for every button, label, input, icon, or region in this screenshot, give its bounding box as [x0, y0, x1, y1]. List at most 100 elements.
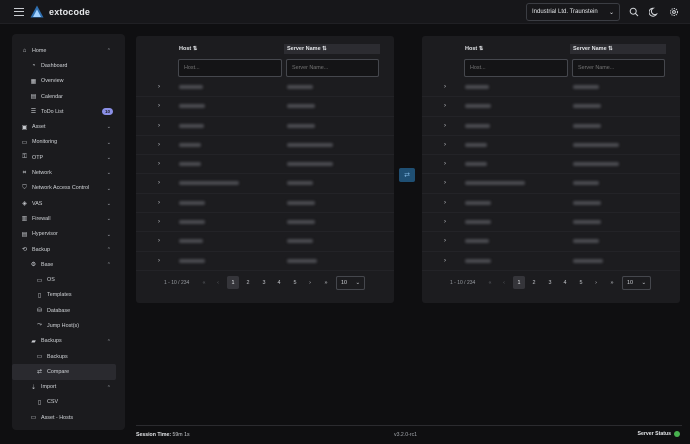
- gear-icon[interactable]: [668, 6, 680, 18]
- sidebar-item-jump-host-s[interactable]: ⤳ Jump Host(s): [12, 318, 125, 333]
- sidebar-item-os[interactable]: ▭ OS: [12, 272, 125, 287]
- expand-row-icon[interactable]: ›: [158, 84, 160, 90]
- page-2-button[interactable]: 2: [528, 276, 540, 289]
- expand-row-icon[interactable]: ›: [158, 180, 160, 186]
- page-3-button[interactable]: 3: [544, 276, 556, 289]
- expand-row-icon[interactable]: ›: [158, 200, 160, 206]
- expand-row-icon[interactable]: ›: [444, 123, 446, 129]
- chevron-down-icon[interactable]: ⌄: [107, 140, 111, 146]
- sidebar-item-database[interactable]: ⛁ Database: [12, 303, 125, 318]
- table-row[interactable]: ›: [422, 97, 680, 117]
- sidebar-item-backups[interactable]: ▭ Backups: [12, 349, 125, 364]
- first-page-button[interactable]: «: [484, 276, 496, 289]
- sidebar-item-templates[interactable]: ▯ Templates: [12, 288, 125, 303]
- chevron-down-icon[interactable]: ⌄: [107, 155, 111, 161]
- expand-row-icon[interactable]: ›: [444, 142, 446, 148]
- chevron-up-icon[interactable]: ⌃: [107, 339, 111, 345]
- expand-row-icon[interactable]: ›: [444, 161, 446, 167]
- sidebar-item-home[interactable]: ⌂ Home ⌃: [12, 43, 125, 58]
- chevron-up-icon[interactable]: ⌃: [107, 48, 111, 54]
- expand-row-icon[interactable]: ›: [444, 103, 446, 109]
- sidebar-item-network[interactable]: ⌗ Network ⌄: [12, 165, 125, 180]
- sidebar-item-dashboard[interactable]: ◔ Dashboard: [12, 58, 125, 73]
- column-header-server-name[interactable]: Server Name ⇅: [570, 44, 666, 54]
- sidebar-item-todo-list[interactable]: ☰ ToDo List 10: [12, 104, 125, 119]
- moon-icon[interactable]: [648, 6, 660, 18]
- next-page-button[interactable]: ›: [304, 276, 316, 289]
- sidebar-item-csv[interactable]: ▯ CSV: [12, 395, 125, 410]
- expand-row-icon[interactable]: ›: [444, 180, 446, 186]
- page-4-button[interactable]: 4: [559, 276, 571, 289]
- prev-page-button[interactable]: ‹: [212, 276, 224, 289]
- sidebar-item-monitoring[interactable]: ▭ Monitoring ⌄: [12, 135, 125, 150]
- chevron-down-icon[interactable]: ⌄: [107, 186, 111, 192]
- expand-row-icon[interactable]: ›: [158, 123, 160, 129]
- table-row[interactable]: ›: [136, 117, 394, 136]
- expand-row-icon[interactable]: ›: [444, 84, 446, 90]
- expand-row-icon[interactable]: ›: [444, 219, 446, 225]
- column-header-host[interactable]: Host ⇅: [176, 44, 282, 54]
- sidebar-item-calendar[interactable]: ▤ Calendar: [12, 89, 125, 104]
- chevron-down-icon[interactable]: ⌄: [107, 216, 111, 222]
- chevron-down-icon[interactable]: ⌄: [107, 201, 111, 207]
- search-icon[interactable]: [628, 6, 640, 18]
- tenant-select[interactable]: Industrial Ltd. Traunstein ⌄: [526, 3, 620, 21]
- swap-icon[interactable]: ⇄: [399, 168, 415, 182]
- table-row[interactable]: ›: [422, 213, 680, 233]
- expand-row-icon[interactable]: ›: [444, 200, 446, 206]
- last-page-button[interactable]: »: [320, 276, 332, 289]
- rows-per-page-select[interactable]: 10 ⌄: [622, 276, 651, 290]
- table-row[interactable]: ›: [136, 97, 394, 117]
- sidebar-item-network-access-control[interactable]: ⛉ Network Access Control ⌄: [12, 181, 125, 196]
- page-3-button[interactable]: 3: [258, 276, 270, 289]
- page-5-button[interactable]: 5: [289, 276, 301, 289]
- sidebar-item-import[interactable]: ⇣ Import ⌃: [12, 380, 125, 395]
- sidebar-item-compare[interactable]: ⇄ Compare: [12, 364, 116, 380]
- table-row[interactable]: ›: [422, 174, 680, 194]
- chevron-down-icon[interactable]: ⌄: [107, 124, 111, 130]
- table-row[interactable]: ›: [136, 232, 394, 252]
- expand-row-icon[interactable]: ›: [444, 258, 446, 264]
- column-header-host[interactable]: Host ⇅: [462, 44, 568, 54]
- expand-row-icon[interactable]: ›: [158, 219, 160, 225]
- page-4-button[interactable]: 4: [273, 276, 285, 289]
- expand-row-icon[interactable]: ›: [158, 238, 160, 244]
- table-row[interactable]: ›: [422, 78, 680, 98]
- expand-row-icon[interactable]: ›: [158, 161, 160, 167]
- table-row[interactable]: ›: [422, 136, 680, 156]
- hamburger-menu-icon[interactable]: [14, 7, 24, 16]
- page-2-button[interactable]: 2: [242, 276, 254, 289]
- sidebar-item-asset-hosts[interactable]: ▭ Asset - Hosts: [12, 410, 125, 425]
- first-page-button[interactable]: «: [198, 276, 210, 289]
- sidebar-item-firewall[interactable]: ▥ Firewall ⌄: [12, 211, 125, 226]
- table-row[interactable]: ›: [136, 78, 394, 98]
- sidebar-item-backups[interactable]: ▰ Backups ⌃: [12, 334, 125, 349]
- table-row[interactable]: ›: [136, 213, 394, 233]
- table-row[interactable]: ›: [136, 174, 394, 194]
- sidebar-item-asset[interactable]: ▣ Asset ⌄: [12, 119, 125, 134]
- server-name-filter-input[interactable]: [286, 59, 379, 77]
- prev-page-button[interactable]: ‹: [498, 276, 510, 289]
- chevron-up-icon[interactable]: ⌃: [107, 262, 111, 268]
- sidebar-item-vas[interactable]: ◈ VAS ⌄: [12, 196, 125, 211]
- column-header-server-name[interactable]: Server Name ⇅: [284, 44, 380, 54]
- host-filter-input[interactable]: [464, 59, 568, 77]
- table-row[interactable]: ›: [422, 232, 680, 252]
- table-row[interactable]: ›: [136, 155, 394, 175]
- sidebar-item-otp[interactable]: ⚿ OTP ⌄: [12, 150, 125, 165]
- sidebar-item-overview[interactable]: ▦ Overview: [12, 74, 125, 89]
- host-filter-input[interactable]: [178, 59, 282, 77]
- expand-row-icon[interactable]: ›: [158, 258, 160, 264]
- table-row[interactable]: ›: [136, 136, 394, 156]
- expand-row-icon[interactable]: ›: [158, 142, 160, 148]
- sidebar-item-hypervisor[interactable]: ▤ Hypervisor ⌄: [12, 227, 125, 242]
- table-row[interactable]: ›: [136, 194, 394, 214]
- page-5-button[interactable]: 5: [575, 276, 587, 289]
- chevron-up-icon[interactable]: ⌃: [107, 385, 111, 391]
- page-1-button[interactable]: 1: [227, 276, 239, 289]
- chevron-down-icon[interactable]: ⌄: [107, 232, 111, 238]
- rows-per-page-select[interactable]: 10 ⌄: [336, 276, 365, 290]
- expand-row-icon[interactable]: ›: [158, 103, 160, 109]
- next-page-button[interactable]: ›: [590, 276, 602, 289]
- sidebar-item-backup[interactable]: ⟲ Backup ⌃: [12, 242, 125, 257]
